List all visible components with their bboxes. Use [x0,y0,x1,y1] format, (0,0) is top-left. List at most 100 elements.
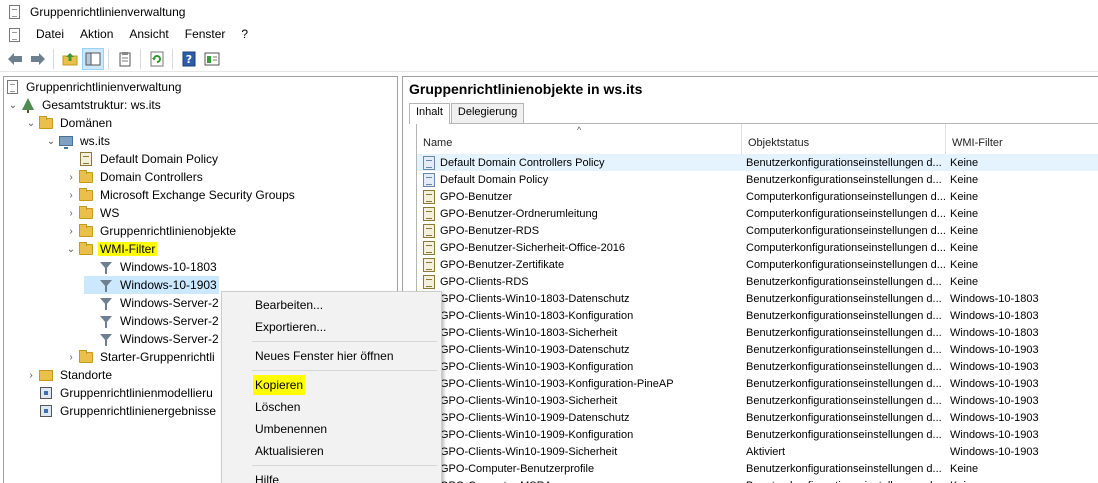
table-row[interactable]: GPO-Clients-Win10-1903-Konfiguration-Pin… [417,375,1098,392]
menu-item-hilfe[interactable]: Hilfe [255,470,279,483]
table-row[interactable]: GPO-Benutzer Computerkonfigurationseinste… [417,188,1098,205]
help-icon: ? [182,51,196,66]
up-folder-icon [62,52,78,65]
cell-status: Benutzerkonfigurationseinstellungen d... [746,360,942,373]
chevron-down-icon[interactable]: ⌄ [44,134,58,148]
console-view-button[interactable] [201,48,223,70]
chevron-right-icon[interactable]: › [64,170,78,184]
table-row[interactable]: GPO-Computer-Benutzerprofile Benutzerkonf… [417,460,1098,477]
gpo-icon [421,223,437,239]
properties-button[interactable] [114,48,136,70]
tree-item-wmi-filter-item[interactable]: Windows-Server-2 [84,330,221,348]
gpo-list[interactable]: ^ Name Objektstatus WMI-Filter Default D… [416,123,1098,483]
cell-status: Benutzerkonfigurationseinstellungen d... [746,275,942,288]
console-view-icon [204,52,220,65]
chevron-down-icon[interactable]: ⌄ [24,116,38,130]
menu-item-kopieren[interactable]: Kopieren [253,375,306,395]
table-row[interactable]: GPO-Clients-RDS Benutzerkonfigurationsein… [417,273,1098,290]
tree-item-gp-results[interactable]: Gruppenrichtlinienergebnisse [24,402,218,420]
toolbar: ? [0,46,1098,72]
tree-item-default-domain-policy[interactable]: Default Domain Policy [64,150,220,168]
table-row[interactable]: GPO-Benutzer-Zertifikate Computerkonfigur… [417,256,1098,273]
menu-item-exportieren[interactable]: Exportieren... [255,317,326,337]
cell-status: Benutzerkonfigurationseinstellungen d... [746,326,942,339]
table-row[interactable]: GPO-Benutzer-RDS Computerkonfigurationsei… [417,222,1098,239]
system-menu-icon[interactable] [6,27,22,43]
table-row[interactable]: GPO-Clients-Win10-1909-Datenschutz Benutz… [417,409,1098,426]
chevron-right-icon[interactable]: › [64,188,78,202]
tree-item-gpo-objects[interactable]: › Gruppenrichtlinienobjekte [64,222,238,240]
gpo-icon [421,240,437,256]
chevron-down-icon[interactable]: ⌄ [6,98,20,112]
forward-button[interactable] [27,48,49,70]
tree-item-starter-gpos[interactable]: › Starter-Gruppenrichtli [64,348,217,366]
refresh-button[interactable] [146,48,168,70]
table-row[interactable]: Default Domain Controllers Policy Benutze… [417,154,1098,171]
cell-status: Computerkonfigurationseinstellungen d... [746,241,946,254]
toolbar-separator [172,48,173,69]
table-row[interactable]: GPO-Clients-Win10-1909-Sicherheit Aktivie… [417,443,1098,460]
tree-item-domain-controllers[interactable]: › Domain Controllers [64,168,205,186]
menu-ansicht[interactable]: Ansicht [121,24,176,45]
chevron-down-icon[interactable]: ⌄ [64,242,78,256]
menu-item-neues-fenster[interactable]: Neues Fenster hier öffnen [255,346,394,366]
column-header-wmi[interactable]: WMI-Filter [946,124,1098,154]
table-row[interactable]: GPO-Clients-Win10-1909-Konfiguration Benu… [417,426,1098,443]
table-row[interactable]: Default Domain Policy Benutzerkonfigurati… [417,171,1098,188]
chevron-right-icon[interactable]: › [64,350,78,364]
tree-item-gp-modeling[interactable]: Gruppenrichtlinienmodellieru [24,384,215,402]
menu-item-aktualisieren[interactable]: Aktualisieren [255,441,324,461]
tree-item-ws[interactable]: › WS [64,204,121,222]
details-title: Gruppenrichtlinienobjekte in ws.its [409,81,643,97]
cell-status: Computerkonfigurationseinstellungen d... [746,190,946,203]
show-hide-tree-button[interactable] [82,47,104,70]
column-header-name[interactable]: ^ Name [417,124,742,154]
tree-item-domains[interactable]: ⌄ Domänen [24,114,114,132]
table-row[interactable]: GPO-Computer-MSRABenutzerkonfigurationse… [417,477,1098,483]
back-button[interactable] [4,48,26,70]
menu-fenster[interactable]: Fenster [177,24,234,45]
cell-status: Benutzerkonfigurationseinstellungen d... [746,394,942,407]
table-row[interactable]: GPO-Clients-Win10-1903-Konfiguration Benu… [417,358,1098,375]
table-row[interactable]: GPO-Benutzer-Sicherheit-Office-2016 Compu… [417,239,1098,256]
tab-delegierung[interactable]: Delegierung [450,103,525,123]
up-level-button[interactable] [59,48,81,70]
back-arrow-icon [8,52,22,65]
column-header-status[interactable]: Objektstatus [742,124,946,154]
cell-wmi-filter: Keine [950,224,979,237]
help-button[interactable]: ? [178,48,200,70]
ou-folder-icon [78,187,94,203]
chevron-right-icon[interactable]: › [24,368,38,382]
tree-item-wmi-filter-item[interactable]: Windows-10-1903 [84,276,219,294]
tree-item-exchange-security-groups[interactable]: › Microsoft Exchange Security Groups [64,186,297,204]
table-row[interactable]: GPO-Benutzer-Ordnerumleitung Computerkonf… [417,205,1098,222]
table-row[interactable]: GPO-Clients-Win10-1803-Datenschutz Benutz… [417,290,1098,307]
menu-item-bearbeiten[interactable]: Bearbeiten... [255,295,323,315]
cell-status: Benutzerkonfigurationseinstellungen d... [742,480,946,483]
table-row[interactable]: GPO-Clients-Win10-1903-Datenschutz Benutz… [417,341,1098,358]
tree-item-root[interactable]: Gruppenrichtlinienverwaltung [4,78,183,96]
tree-item-sites[interactable]: › Standorte [24,366,114,384]
cell-name: GPO-Clients-Win10-1909-Sicherheit [417,444,742,460]
tree-item-wmi-filter[interactable]: ⌄ WMI-Filter [64,240,158,258]
tree-item-wmi-filter-item[interactable]: Windows-Server-2 [84,312,221,330]
chevron-right-icon[interactable]: › [64,206,78,220]
menu-datei[interactable]: Datei [28,24,72,45]
tree-item-forest[interactable]: ⌄ Gesamtstruktur: ws.its [6,96,163,114]
tree-item-wmi-filter-item[interactable]: Windows-Server-2 [84,294,221,312]
menu-item-loeschen[interactable]: Löschen [255,397,300,417]
filter-icon [98,259,114,275]
chevron-right-icon[interactable]: › [64,224,78,238]
menu-item-umbenennen[interactable]: Umbenennen [255,419,327,439]
table-row[interactable]: GPO-Clients-Win10-1903-Sicherheit Benutze… [417,392,1098,409]
menu-aktion[interactable]: Aktion [72,24,121,45]
cell-status: Computerkonfigurationseinstellungen d... [746,207,946,220]
tab-inhalt[interactable]: Inhalt [409,103,450,124]
tree-item-domain-ws-its[interactable]: ⌄ ws.its [44,132,112,150]
table-row[interactable]: GPO-Clients-Win10-1803-Sicherheit Benutze… [417,324,1098,341]
tree-item-wmi-filter-item[interactable]: Windows-10-1803 [84,258,219,276]
table-row[interactable]: GPO-Clients-Win10-1803-Konfiguration Benu… [417,307,1098,324]
menu-help[interactable]: ? [233,24,256,45]
filter-icon [98,277,114,293]
cell-name: GPO-Clients-Win10-1803-Datenschutz [417,291,742,307]
